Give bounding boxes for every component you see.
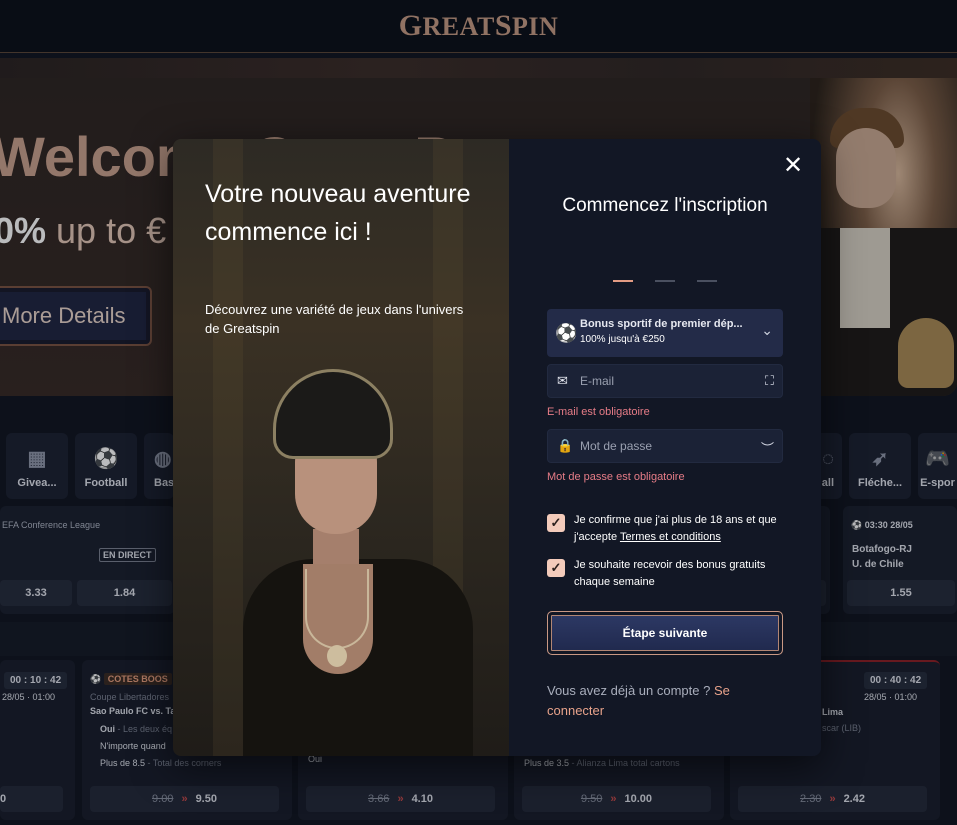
login-prompt: Vous avez déjà un compte ? Se connecter [547,683,730,718]
promo-woman-image [233,369,483,756]
promo-title: Votre nouveau aventure commence ici ! [205,180,471,246]
registration-form-panel: ✕ Commencez l'inscription ⚽ Bonus sporti… [509,139,821,756]
password-input[interactable] [580,430,750,462]
page: GREATSPIN Welcome Great B 0% up to € Mor… [0,0,957,825]
step-indicator [613,280,717,283]
password-field: 🔒 ︶ [547,429,783,463]
password-error: Mot de passe est obligatoire [547,471,685,483]
bonus-select[interactable]: ⚽ Bonus sportif de premier dép... 100% j… [547,309,783,357]
terms-link[interactable]: Termes et conditions [620,531,721,543]
lock-icon: 🔒 [557,438,574,453]
mail-icon: ✉ [557,373,568,388]
email-error: E-mail est obligatoire [547,406,650,418]
step-2 [655,280,675,282]
email-field: ✉ ⛶ [547,364,783,398]
soccer-ball-icon: ⚽ [555,323,578,343]
promo-text: Découvrez une variété de jeux dans l'uni… [205,302,464,336]
face-scan-icon[interactable]: ⛶ [765,373,774,389]
form-title: Commencez l'inscription [562,195,768,216]
modal-promo-panel: Votre nouveau aventure commence ici ! Dé… [173,139,509,756]
close-icon[interactable]: ✕ [781,154,805,178]
next-step-button[interactable]: Étape suivante [547,611,783,655]
age-terms-checkbox[interactable]: ✓ [547,514,565,532]
registration-modal: Votre nouveau aventure commence ici ! Dé… [173,139,821,756]
bonus-newsletter-checkbox[interactable]: ✓ [547,559,565,577]
eye-closed-icon[interactable]: ︶ [761,438,774,457]
step-3 [697,280,717,282]
step-1 [613,280,633,282]
chevron-down-icon: ⌄ [761,322,773,338]
email-input[interactable] [580,365,750,397]
